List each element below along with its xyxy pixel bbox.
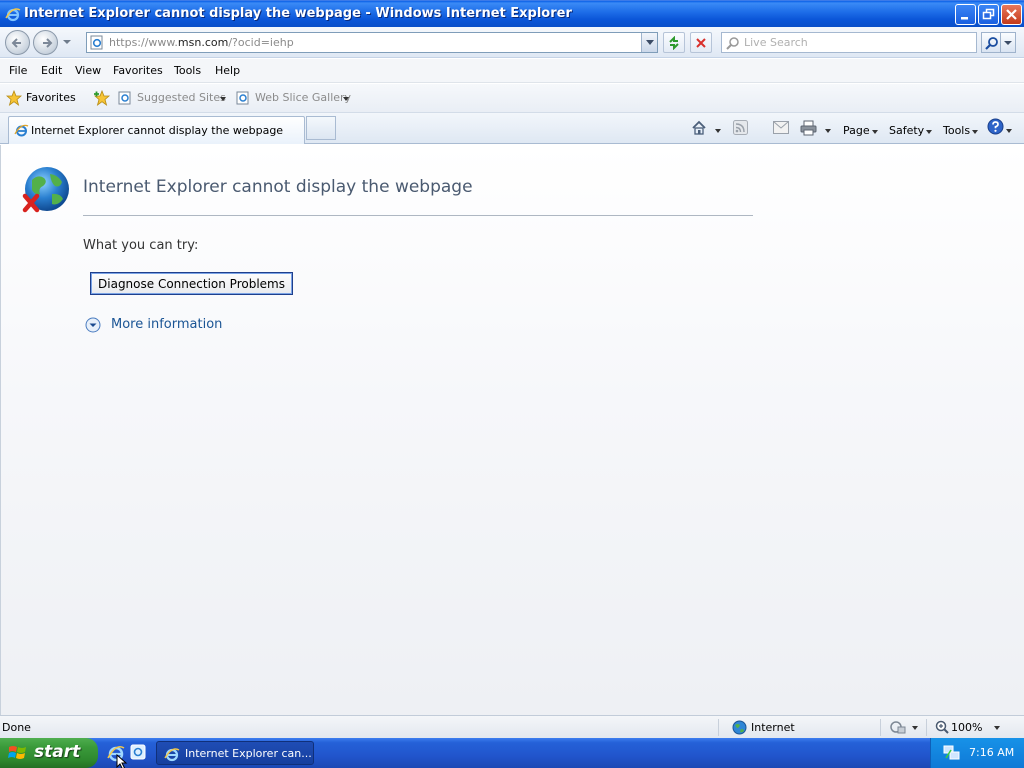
menu-file[interactable]: File xyxy=(9,64,27,77)
tab-bar: Internet Explorer cannot display the web… xyxy=(0,113,1024,144)
page-ie-icon xyxy=(90,35,103,50)
system-tray: 7:16 AM xyxy=(930,738,1024,768)
search-button[interactable] xyxy=(981,32,1001,53)
search-options-dropdown[interactable] xyxy=(1001,32,1016,53)
page-title: Internet Explorer cannot display the web… xyxy=(83,177,473,197)
print-dropdown-icon[interactable] xyxy=(825,129,831,133)
refresh-button[interactable] xyxy=(663,32,685,53)
restore-icon xyxy=(982,8,995,20)
search-box[interactable]: Live Search xyxy=(721,32,977,53)
web-slice-gallery-label: Web Slice Gallery xyxy=(255,91,352,104)
refresh-icon xyxy=(669,36,679,50)
protected-mode-dropdown-icon[interactable] xyxy=(912,726,918,730)
expand-chevron-icon[interactable] xyxy=(85,317,101,333)
feeds-icon[interactable] xyxy=(733,120,748,135)
recent-pages-dropdown[interactable] xyxy=(63,40,71,44)
menu-tools[interactable]: Tools xyxy=(174,64,201,77)
favorites-label: Favorites xyxy=(26,91,76,104)
more-information-link[interactable]: More information xyxy=(111,317,222,332)
add-to-favorites-bar-icon[interactable] xyxy=(93,90,111,106)
page-content: Internet Explorer cannot display the web… xyxy=(0,145,1024,715)
minimize-icon xyxy=(961,17,968,20)
ie-tab-icon xyxy=(14,124,29,137)
back-button[interactable] xyxy=(5,30,30,55)
ie-icon xyxy=(164,748,180,762)
navigation-bar: https://www.msn.com/?ocid=iehp Live Sear… xyxy=(0,27,1024,58)
help-icon[interactable] xyxy=(987,118,1004,135)
title-bar[interactable]: Internet Explorer cannot display the web… xyxy=(0,0,1024,27)
menu-help[interactable]: Help xyxy=(215,64,240,77)
protected-mode-icon[interactable] xyxy=(890,720,906,735)
globe-error-icon xyxy=(22,167,69,213)
forward-button[interactable] xyxy=(33,30,58,55)
status-text: Done xyxy=(2,721,31,734)
taskbar: start Internet Explorer can... 7:16 AM xyxy=(0,738,1024,768)
quicklaunch-show-desktop-icon[interactable] xyxy=(130,744,146,760)
divider xyxy=(926,719,927,736)
chevron-down-icon xyxy=(872,130,878,134)
help-dropdown-icon[interactable] xyxy=(1006,129,1012,133)
menu-edit[interactable]: Edit xyxy=(41,64,62,77)
start-button[interactable]: start xyxy=(0,738,98,768)
menu-favorites[interactable]: Favorites xyxy=(113,64,163,77)
diagnose-button-label: Diagnose Connection Problems xyxy=(98,277,285,291)
address-bar[interactable]: https://www.msn.com/?ocid=iehp xyxy=(86,32,658,53)
network-icon[interactable] xyxy=(943,744,961,761)
ie-page-icon xyxy=(236,91,249,105)
security-zone-label: Internet xyxy=(751,721,795,734)
tab-active[interactable]: Internet Explorer cannot display the web… xyxy=(8,116,305,144)
search-placeholder: Live Search xyxy=(744,36,808,49)
chevron-down-icon xyxy=(926,130,932,134)
home-icon[interactable] xyxy=(690,119,708,137)
windows-logo-icon xyxy=(8,746,26,759)
new-tab-button[interactable] xyxy=(306,116,336,140)
clock[interactable]: 7:16 AM xyxy=(969,746,1014,759)
chevron-down-icon xyxy=(343,97,349,101)
forward-arrow-icon xyxy=(43,38,53,48)
what-you-can-try-label: What you can try: xyxy=(83,238,199,253)
tools-menu-label: Tools xyxy=(943,124,971,137)
search-icon xyxy=(985,37,998,50)
zoom-icon[interactable] xyxy=(935,720,949,734)
taskbar-ie-window-button[interactable]: Internet Explorer can... xyxy=(156,741,314,765)
home-dropdown-icon[interactable] xyxy=(715,129,721,133)
restore-button[interactable] xyxy=(978,4,999,25)
zoom-level[interactable]: 100% xyxy=(951,721,982,734)
divider xyxy=(718,719,719,736)
divider xyxy=(83,215,753,216)
ie-icon xyxy=(5,8,21,22)
stop-button[interactable] xyxy=(690,32,712,53)
menu-view[interactable]: View xyxy=(75,64,101,77)
mouse-cursor-icon xyxy=(116,754,128,768)
zoom-dropdown-icon[interactable] xyxy=(994,726,1000,730)
taskbar-window-label: Internet Explorer can... xyxy=(185,747,312,760)
window-title: Internet Explorer cannot display the web… xyxy=(24,6,572,21)
url-text[interactable]: https://www.msn.com/?ocid=iehp xyxy=(109,36,294,49)
chevron-down-icon xyxy=(972,130,978,134)
print-icon[interactable] xyxy=(800,120,817,136)
divider xyxy=(880,719,881,736)
ie-page-icon xyxy=(118,91,131,105)
close-window-button[interactable] xyxy=(1001,4,1022,25)
safety-menu-label: Safety xyxy=(889,124,925,137)
menu-bar: File Edit View Favorites Tools Help xyxy=(0,59,1024,83)
chevron-down-icon xyxy=(220,97,226,101)
address-dropdown[interactable] xyxy=(641,33,657,52)
close-icon xyxy=(1006,9,1017,20)
start-label: start xyxy=(34,742,81,762)
read-mail-icon[interactable] xyxy=(773,121,789,134)
back-arrow-icon xyxy=(11,38,21,48)
favorites-star-icon xyxy=(6,90,22,106)
page-menu-label: Page xyxy=(843,124,870,137)
favorites-bar: Favorites Suggested Sites Web Slice Gall… xyxy=(0,84,1024,113)
diagnose-connection-button[interactable]: Diagnose Connection Problems xyxy=(90,272,293,295)
live-search-icon xyxy=(726,37,739,50)
internet-zone-icon xyxy=(732,720,747,735)
suggested-sites-label: Suggested Sites xyxy=(137,91,226,104)
tab-title: Internet Explorer cannot display the web… xyxy=(31,124,284,137)
stop-icon xyxy=(696,38,706,48)
status-bar: Done Internet 100% xyxy=(0,715,1024,738)
minimize-button[interactable] xyxy=(955,4,976,25)
